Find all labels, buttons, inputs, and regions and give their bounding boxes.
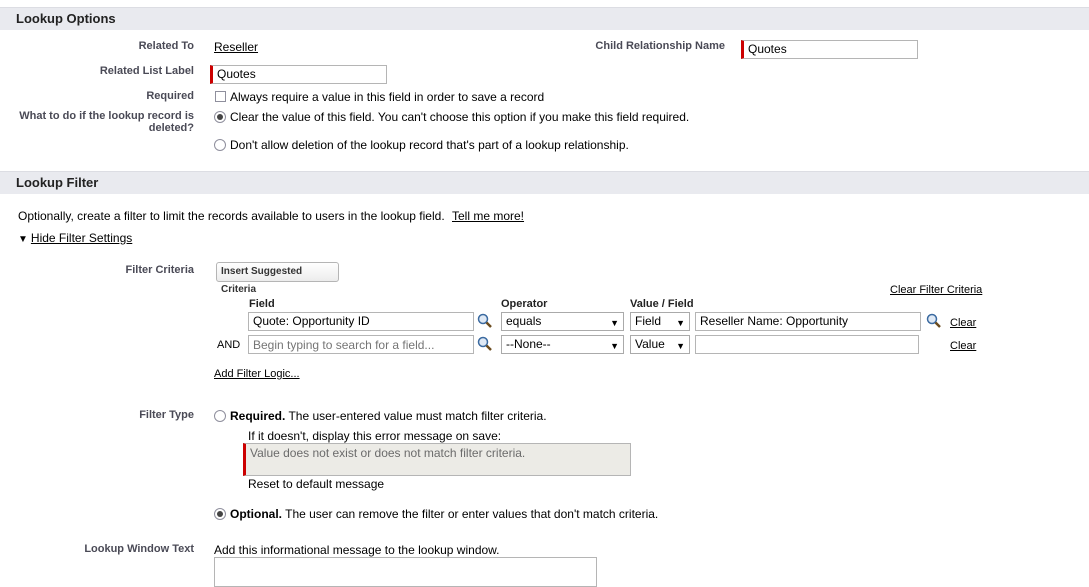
lookup-options-header: Lookup Options xyxy=(0,7,1089,30)
filter-intro-text: Optionally, create a filter to limit the… xyxy=(18,209,445,223)
insert-suggested-criteria-button[interactable]: Insert Suggested Criteria xyxy=(216,262,339,295)
dont-allow-radio[interactable] xyxy=(214,139,226,151)
clear-value-text: Clear the value of this field. You can't… xyxy=(230,110,690,124)
operator-value: equals xyxy=(506,314,542,328)
operator-value: --None-- xyxy=(506,337,551,351)
type-value: Field xyxy=(635,314,662,328)
triangle-down-icon: ▼ xyxy=(18,234,28,245)
lookup-window-text-hint: Add this informational message to the lo… xyxy=(214,543,500,557)
lookup-window-text-label: Lookup Window Text xyxy=(84,543,194,555)
lookup-window-textarea[interactable] xyxy=(214,557,597,587)
related-to-link[interactable]: Reseller xyxy=(214,40,258,54)
tell-me-more-link[interactable]: Tell me more! xyxy=(452,209,524,223)
clear-filter-criteria-link[interactable]: Clear Filter Criteria xyxy=(890,284,982,296)
add-filter-logic-link[interactable]: Add Filter Logic... xyxy=(214,368,300,380)
filter-required-radio[interactable] xyxy=(214,410,226,422)
related-list-label: Related List Label xyxy=(99,65,194,77)
section-title: Lookup Options xyxy=(16,11,116,26)
optional-desc: The user can remove the filter or enter … xyxy=(285,507,659,521)
and-label: AND xyxy=(217,339,241,351)
filter-row-1-field-input[interactable]: Quote: Opportunity ID xyxy=(248,312,474,331)
related-list-input[interactable]: Quotes xyxy=(210,65,387,84)
dropdown-arrow-icon: ▼ xyxy=(610,341,619,351)
hide-filter-settings-link[interactable]: Hide Filter Settings xyxy=(31,231,132,245)
related-to-label: Related To xyxy=(138,40,194,52)
filter-row-2-type-select[interactable]: Value ▼ xyxy=(630,335,690,354)
filter-row-1-type-select[interactable]: Field ▼ xyxy=(630,312,690,331)
required-desc: The user-entered value must match filter… xyxy=(288,409,547,423)
required-checkbox[interactable] xyxy=(215,91,226,102)
filter-row-1-value-input[interactable]: Reseller Name: Opportunity xyxy=(695,312,921,331)
filter-required-text: Required. The user-entered value must ma… xyxy=(230,409,547,423)
required-label: Required xyxy=(146,90,194,102)
field-lookup-icon[interactable] xyxy=(477,336,493,352)
deleted-label: What to do if the lookup record is delet… xyxy=(0,110,194,134)
filter-optional-text: Optional. The user can remove the filter… xyxy=(230,507,658,521)
filter-criteria-label: Filter Criteria xyxy=(125,264,194,276)
filter-row-1-clear-link[interactable]: Clear xyxy=(950,317,976,329)
field-lookup-icon[interactable] xyxy=(477,313,493,329)
child-relationship-input[interactable]: Quotes xyxy=(741,40,918,59)
col-field-header: Field xyxy=(249,298,275,310)
col-operator-header: Operator xyxy=(501,298,548,310)
filter-intro: Optionally, create a filter to limit the… xyxy=(18,209,524,223)
deleted-label-line2: deleted? xyxy=(148,122,194,134)
error-message-textarea[interactable]: Value does not exist or does not match f… xyxy=(243,443,631,476)
col-value-field-header: Value / Field xyxy=(630,298,694,310)
filter-row-2-operator-select[interactable]: --None-- ▼ xyxy=(501,335,624,354)
filter-row-2-field-input[interactable] xyxy=(248,335,474,354)
filter-optional-radio[interactable] xyxy=(214,508,226,520)
filter-row-1-operator-select[interactable]: equals ▼ xyxy=(501,312,624,331)
value-lookup-icon[interactable] xyxy=(926,313,942,329)
error-message-label: If it doesn't, display this error messag… xyxy=(248,429,502,443)
reset-default-message[interactable]: Reset to default message xyxy=(248,477,384,491)
filter-type-label: Filter Type xyxy=(139,409,194,421)
dont-allow-text: Don't allow deletion of the lookup recor… xyxy=(230,138,629,152)
lookup-filter-header: Lookup Filter xyxy=(0,171,1089,194)
required-checkbox-text: Always require a value in this field in … xyxy=(230,90,545,104)
hide-filter-settings[interactable]: ▼ Hide Filter Settings xyxy=(18,231,132,245)
dropdown-arrow-icon: ▼ xyxy=(610,318,619,328)
type-value: Value xyxy=(635,337,665,351)
dropdown-arrow-icon: ▼ xyxy=(676,318,685,328)
clear-value-radio[interactable] xyxy=(214,111,226,123)
filter-row-2-value-input[interactable] xyxy=(695,335,919,354)
optional-bold: Optional. xyxy=(230,507,282,521)
dropdown-arrow-icon: ▼ xyxy=(676,341,685,351)
section-title: Lookup Filter xyxy=(16,175,99,190)
child-relationship-label: Child Relationship Name xyxy=(595,40,725,52)
deleted-label-line1: What to do if the lookup record is xyxy=(19,110,194,122)
filter-row-2-clear-link[interactable]: Clear xyxy=(950,340,976,352)
required-bold: Required. xyxy=(230,409,286,423)
